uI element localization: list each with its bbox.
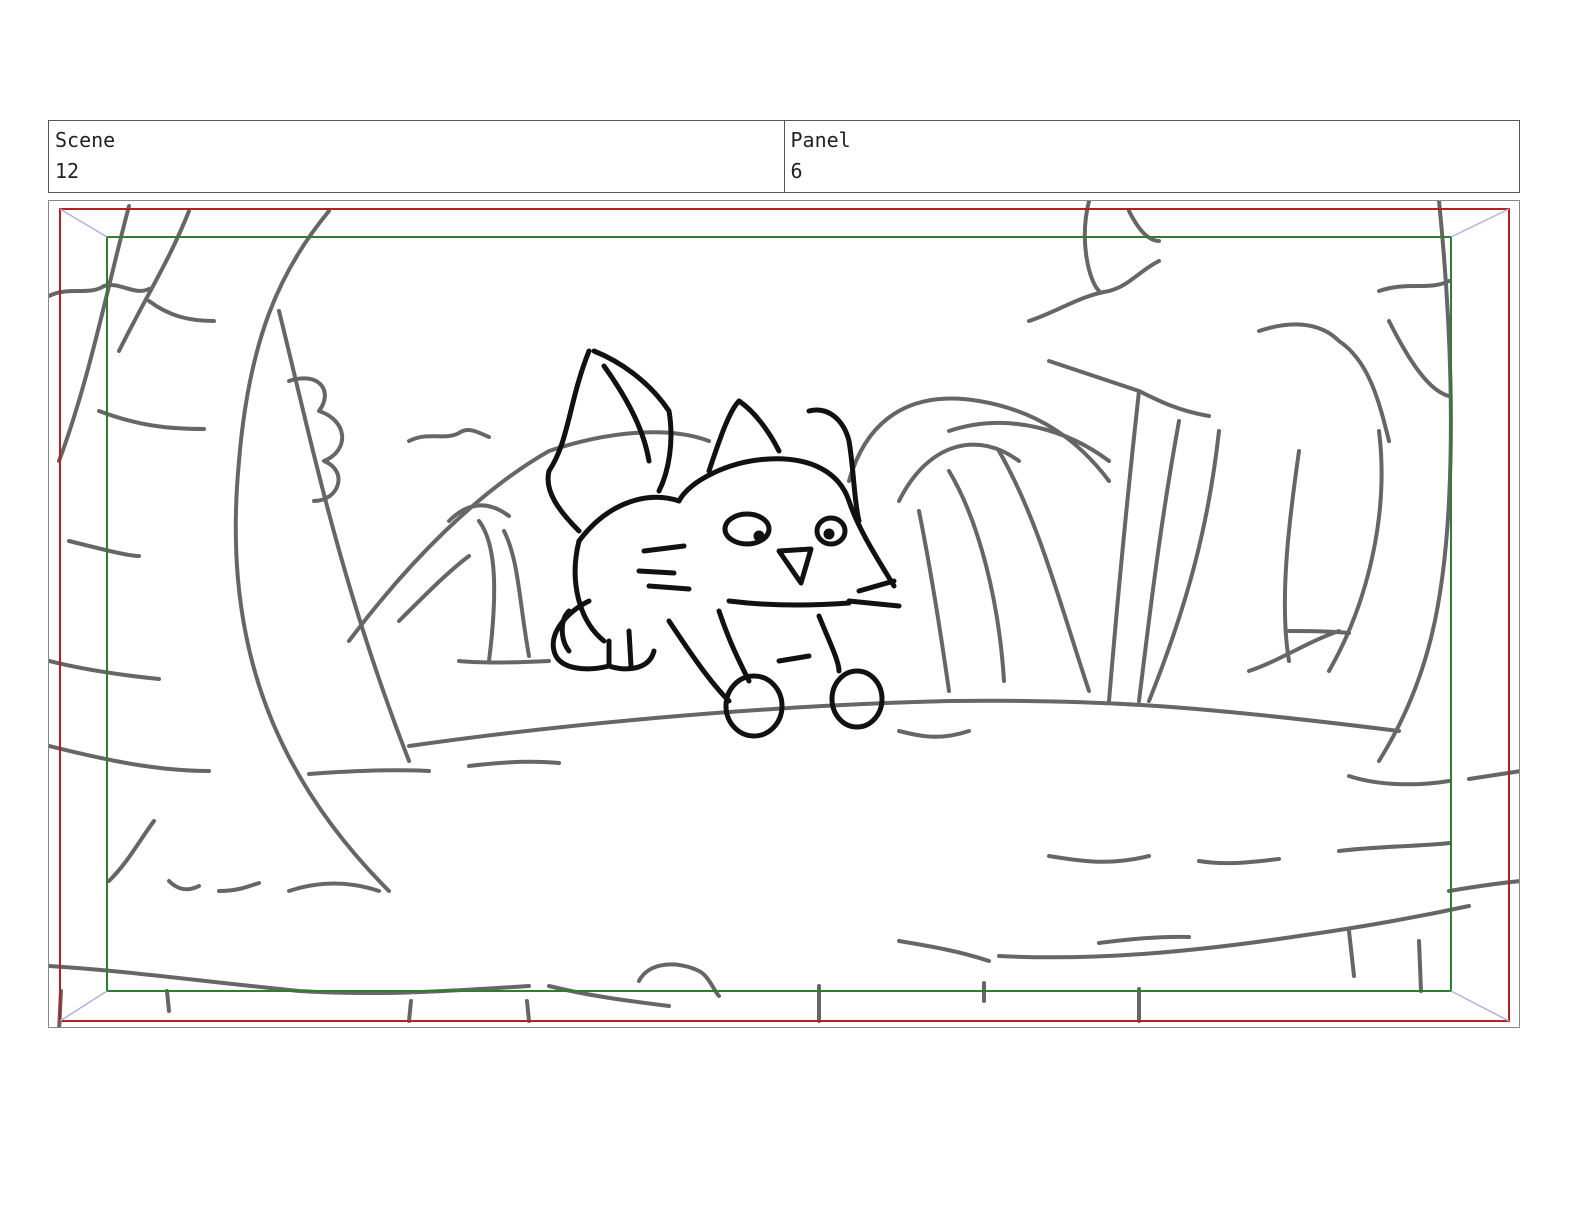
whiskers xyxy=(636,543,692,592)
left-foot xyxy=(723,673,785,739)
panel-label: Panel xyxy=(790,128,851,152)
action-safe-frame xyxy=(59,208,1510,1022)
frame-corner-guides xyxy=(59,208,1510,1022)
left-trunk-outer xyxy=(233,209,391,893)
background-sketch xyxy=(49,201,1519,1027)
beak xyxy=(776,546,814,586)
scene-label: Scene xyxy=(55,128,116,152)
panel-drawing xyxy=(49,201,1519,1027)
head-outline xyxy=(676,456,897,589)
tree-left-edge xyxy=(117,209,191,353)
cat-creature-sketch xyxy=(545,348,902,739)
panel-cell: Panel 6 xyxy=(783,121,1520,192)
right-foot xyxy=(829,668,885,730)
storyboard-header: Scene 12 Panel 6 xyxy=(48,120,1520,193)
scene-number: 12 xyxy=(55,159,80,183)
scene-cell: Scene 12 xyxy=(49,121,784,192)
panel-number: 6 xyxy=(790,159,803,183)
storyboard-panel xyxy=(48,200,1520,1028)
title-safe-frame xyxy=(106,236,1452,992)
ground-line xyxy=(407,698,1401,748)
